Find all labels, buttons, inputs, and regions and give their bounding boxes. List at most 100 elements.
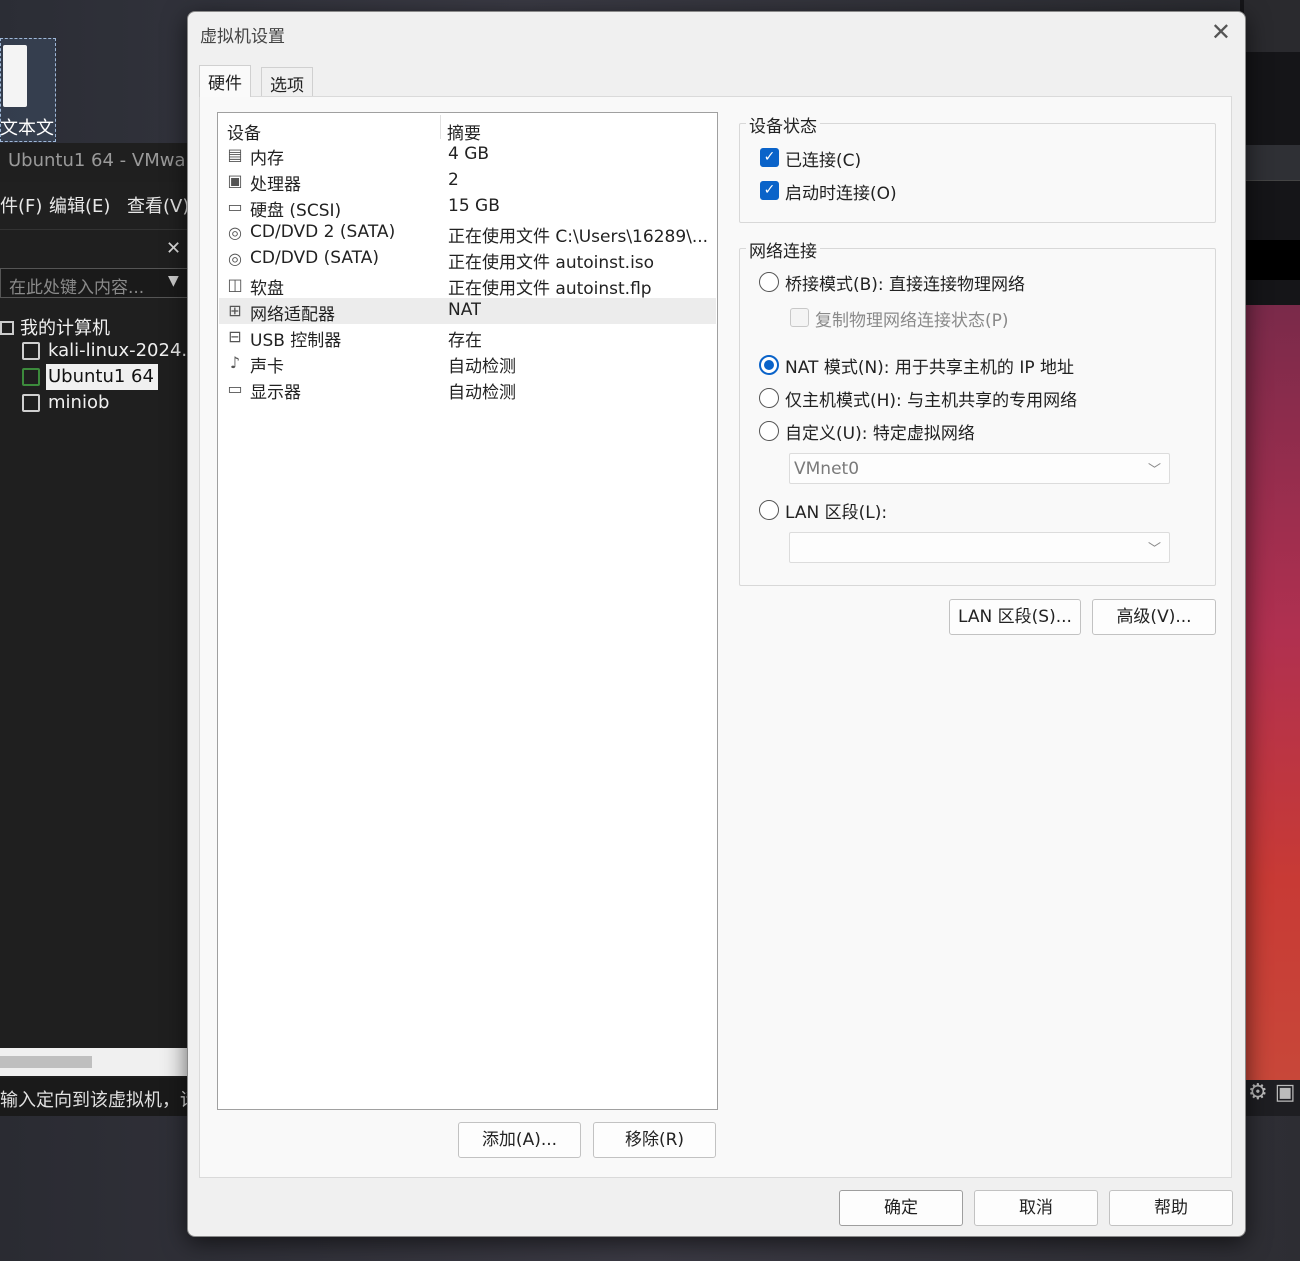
tree-item-ubuntu[interactable]: Ubuntu1 64 xyxy=(48,366,154,387)
device-row-processor[interactable]: ▣ 处理器 2 xyxy=(219,168,716,195)
device-name: 处理器 xyxy=(250,175,301,195)
menu-edit[interactable]: 编辑(E) xyxy=(49,192,110,218)
background-bar xyxy=(1244,145,1300,181)
device-row-display[interactable]: ▭ 显示器 自动检测 xyxy=(219,376,716,403)
connected-checkbox[interactable]: ✓ xyxy=(760,148,779,167)
bridged-radio[interactable] xyxy=(759,272,779,292)
sound-card-icon: ♪ xyxy=(229,353,241,372)
library-scrollbar-thumb[interactable] xyxy=(0,1056,92,1068)
vmware-status-text: 输入定向到该虚拟机，请 xyxy=(0,1078,190,1116)
menu-view[interactable]: 查看(V) xyxy=(127,192,189,218)
remove-device-button[interactable]: 移除(R) xyxy=(593,1122,716,1158)
device-summary: 正在使用文件 C:\Users\16289\... xyxy=(448,227,709,247)
lan-segment-radio[interactable] xyxy=(759,500,779,520)
device-name: CD/DVD 2 (SATA) xyxy=(250,222,396,242)
device-summary: 正在使用文件 autoinst.flp xyxy=(448,279,652,299)
device-summary: 自动检测 xyxy=(448,383,516,403)
vm-settings-dialog: 虚拟机设置 ✕ 硬件 选项 设备 摘要 ▤ 内存 4 GB ▣ 处理器 2 ▭ … xyxy=(187,11,1246,1237)
cd-dvd-icon: ◎ xyxy=(228,249,242,268)
vm-icon xyxy=(22,394,40,412)
chevron-down-icon: ﹀ xyxy=(1147,542,1161,557)
custom-radio[interactable] xyxy=(759,421,779,441)
advanced-button[interactable]: 高级(V)... xyxy=(1092,599,1216,635)
device-name: 网络适配器 xyxy=(250,305,335,325)
device-name: 显示器 xyxy=(250,383,301,403)
column-header-device[interactable]: 设备 xyxy=(227,119,261,144)
device-list[interactable]: 设备 摘要 ▤ 内存 4 GB ▣ 处理器 2 ▭ 硬盘 (SCSI) 15 G… xyxy=(217,112,718,1110)
hard-disk-icon: ▭ xyxy=(227,197,243,216)
lan-segments-button[interactable]: LAN 区段(S)... xyxy=(949,599,1081,635)
device-row-floppy[interactable]: ◫ 软盘 正在使用文件 autoinst.flp xyxy=(219,272,716,299)
device-summary: 4 GB xyxy=(448,144,490,164)
cd-dvd-icon: ◎ xyxy=(228,223,242,242)
nat-label[interactable]: NAT 模式(N): 用于共享主机的 IP 地址 xyxy=(785,353,1074,378)
device-status-group xyxy=(739,123,1216,223)
replicate-state-checkbox[interactable] xyxy=(790,308,809,327)
vmware-window-title: Ubuntu1 64 - VMwa xyxy=(8,150,186,171)
tab-options[interactable]: 选项 xyxy=(261,67,313,97)
close-icon[interactable]: ✕ xyxy=(1211,18,1231,46)
replicate-state-label[interactable]: 复制物理网络连接状态(P) xyxy=(815,306,1009,331)
floppy-icon: ◫ xyxy=(227,275,243,294)
device-summary: 正在使用文件 autoinst.iso xyxy=(448,253,655,273)
chevron-down-icon[interactable]: ▼ xyxy=(168,273,179,289)
ok-button[interactable]: 确定 xyxy=(839,1190,963,1226)
tree-item-miniob[interactable]: miniob xyxy=(48,392,109,413)
device-name: 软盘 xyxy=(250,279,284,299)
chevron-down-icon: ﹀ xyxy=(1147,463,1161,478)
device-name: CD/DVD (SATA) xyxy=(250,248,379,268)
device-summary: 自动检测 xyxy=(448,357,516,377)
display-icon: ▭ xyxy=(227,379,243,398)
host-only-label[interactable]: 仅主机模式(H): 与主机共享的专用网络 xyxy=(785,386,1077,411)
usb-controller-icon: ⊟ xyxy=(228,327,242,346)
cancel-button[interactable]: 取消 xyxy=(974,1190,1098,1226)
column-header-summary[interactable]: 摘要 xyxy=(447,119,481,144)
connect-at-power-on-checkbox[interactable]: ✓ xyxy=(760,181,779,200)
tree-root-my-computer[interactable]: 我的计算机 xyxy=(0,314,110,340)
device-row-usb-controller[interactable]: ⊟ USB 控制器 存在 xyxy=(219,324,716,351)
device-name: 声卡 xyxy=(250,357,284,377)
library-search-placeholder: 在此处键入内容... xyxy=(9,278,145,298)
memory-icon: ▤ xyxy=(227,145,243,164)
computer-icon xyxy=(0,321,14,335)
device-status-title: 设备状态 xyxy=(746,112,820,137)
connected-label[interactable]: 已连接(C) xyxy=(785,146,861,171)
device-row-network-adapter[interactable]: ⊞ 网络适配器 NAT xyxy=(219,298,716,325)
device-name: 内存 xyxy=(250,149,284,169)
close-icon[interactable]: ✕ xyxy=(166,238,181,259)
lan-segment-label[interactable]: LAN 区段(L): xyxy=(785,498,887,523)
host-only-radio[interactable] xyxy=(759,388,779,408)
custom-network-select[interactable]: VMnet0 ﹀ xyxy=(789,453,1170,484)
device-name: USB 控制器 xyxy=(250,331,342,351)
custom-network-value: VMnet0 xyxy=(794,459,860,479)
device-row-memory[interactable]: ▤ 内存 4 GB xyxy=(219,142,716,169)
vm-icon xyxy=(22,342,40,360)
connect-at-power-on-label[interactable]: 启动时连接(O) xyxy=(785,179,897,204)
device-summary: 2 xyxy=(448,170,459,190)
network-connection-title: 网络连接 xyxy=(746,237,820,262)
text-file-icon xyxy=(3,45,27,107)
tab-hardware[interactable]: 硬件 xyxy=(199,65,251,97)
device-summary: NAT xyxy=(448,300,482,320)
device-row-cd-dvd[interactable]: ◎ CD/DVD (SATA) 正在使用文件 autoinst.iso xyxy=(219,246,716,273)
network-adapter-icon: ⊞ xyxy=(228,301,242,320)
add-device-button[interactable]: 添加(A)... xyxy=(458,1122,581,1158)
guest-wallpaper xyxy=(1244,305,1300,1125)
custom-label[interactable]: 自定义(U): 特定虚拟网络 xyxy=(785,419,975,444)
desktop-file-label: 文本文 xyxy=(0,118,54,139)
device-row-cd-dvd-2[interactable]: ◎ CD/DVD 2 (SATA) 正在使用文件 C:\Users\16289\… xyxy=(219,220,716,247)
tree-item-kali[interactable]: kali-linux-2024.4 xyxy=(48,340,199,361)
column-divider[interactable] xyxy=(440,115,441,139)
processor-icon: ▣ xyxy=(227,171,243,190)
nat-radio[interactable] xyxy=(759,355,779,375)
menu-file[interactable]: 件(F) xyxy=(0,192,42,218)
help-button[interactable]: 帮助 xyxy=(1109,1190,1233,1226)
background-bar xyxy=(1244,0,1300,52)
device-row-hard-disk[interactable]: ▭ 硬盘 (SCSI) 15 GB xyxy=(219,194,716,221)
vm-running-icon xyxy=(22,368,40,386)
device-name: 硬盘 (SCSI) xyxy=(250,201,342,221)
device-row-sound-card[interactable]: ♪ 声卡 自动检测 xyxy=(219,350,716,377)
lan-segment-select[interactable]: ﹀ xyxy=(789,532,1170,563)
bridged-label[interactable]: 桥接模式(B): 直接连接物理网络 xyxy=(785,270,1025,295)
vm-status-icons: ⚙ ▣ xyxy=(1244,1080,1300,1120)
